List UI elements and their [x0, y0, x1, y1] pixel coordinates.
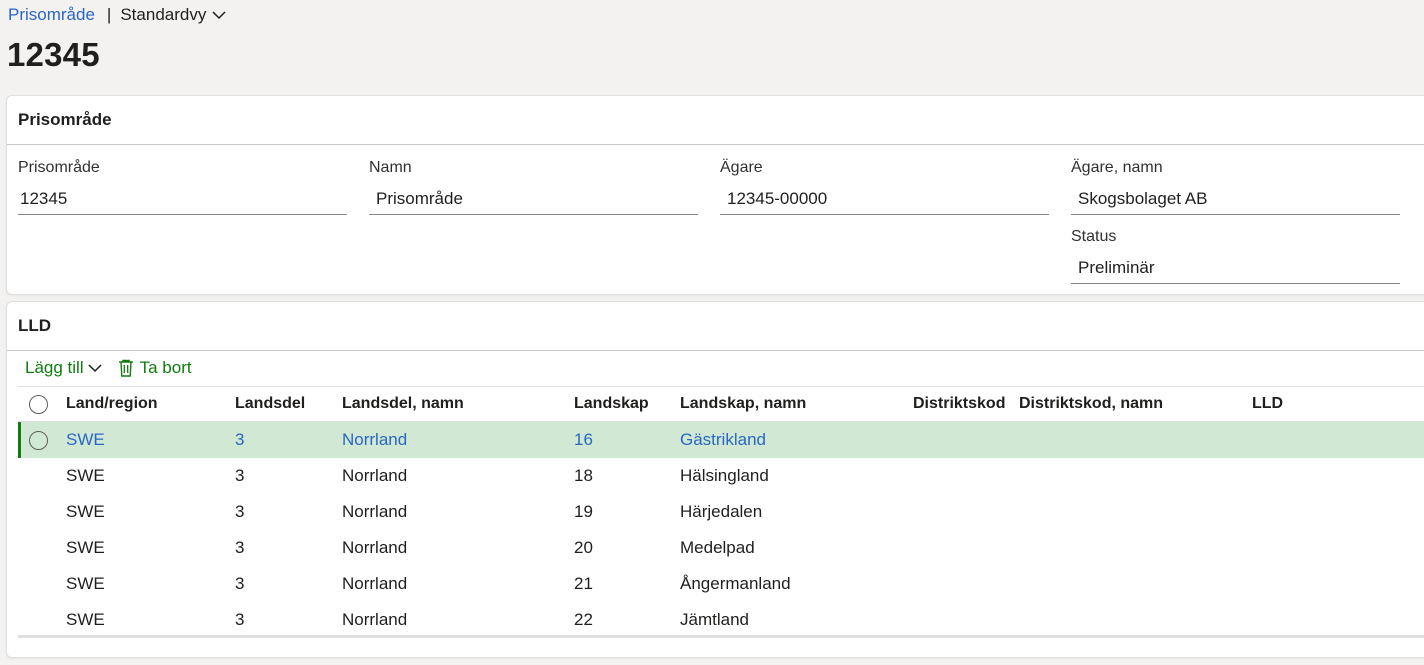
cell-land-region[interactable]: SWE [66, 502, 105, 522]
cell-landskap-namn[interactable]: Medelpad [680, 538, 755, 558]
cell-landsdel-namn[interactable]: Norrland [342, 466, 407, 486]
cell-landskap-namn[interactable]: Hälsingland [680, 466, 769, 486]
field-label: Status [1071, 228, 1117, 245]
lld-toolbar: Lägg till Ta bort [25, 356, 192, 380]
cell-landsdel[interactable]: 3 [235, 502, 244, 522]
delete-button[interactable]: Ta bort [118, 358, 192, 378]
row-select-radio[interactable] [29, 430, 48, 450]
view-selector[interactable]: Standardvy [120, 5, 226, 25]
cell-landsdel-namn[interactable]: Norrland [342, 502, 407, 522]
delete-button-label: Ta bort [139, 358, 192, 377]
column-header-lld[interactable]: LLD [1252, 395, 1283, 413]
agare-input[interactable]: 12345-00000 [720, 188, 1049, 215]
breadcrumb-link-prisomrade[interactable]: Prisområde [8, 5, 95, 25]
cell-landskap-namn[interactable]: Jämtland [680, 610, 749, 630]
cell-land-region[interactable]: SWE [66, 610, 105, 630]
table-row[interactable]: SWE 3 Norrland 20 Medelpad [18, 530, 1424, 566]
page-title: 12345 [7, 36, 100, 73]
cell-land-region[interactable]: SWE [66, 574, 105, 594]
view-selector-label: Standardvy [120, 5, 207, 24]
cell-landskap[interactable]: 16 [574, 430, 593, 450]
prisomrade-input[interactable]: 12345 [18, 188, 347, 215]
table-row[interactable]: SWE 3 Norrland 19 Härjedalen [18, 494, 1424, 530]
chevron-down-icon [88, 363, 102, 372]
cell-landskap[interactable]: 21 [574, 574, 593, 594]
column-header-distriktskod-namn[interactable]: Distriktskod, namn [1019, 395, 1163, 413]
cell-land-region[interactable]: SWE [66, 538, 105, 558]
cell-landskap-namn[interactable]: Härjedalen [680, 502, 762, 522]
general-card-header[interactable]: Prisområde [7, 96, 1424, 145]
breadcrumb: Prisområde | Standardvy [8, 4, 226, 26]
cell-landskap-namn[interactable]: Gästrikland [680, 430, 766, 450]
table-row[interactable]: SWE 3 Norrland 22 Jämtland [18, 602, 1424, 638]
field-label: Namn [369, 159, 412, 176]
cell-landsdel[interactable]: 3 [235, 430, 244, 450]
lld-grid: Land/region Landsdel Landsdel, namn Land… [18, 386, 1424, 638]
table-row[interactable]: SWE 3 Norrland 18 Hälsingland [18, 458, 1424, 494]
cell-landskap-namn[interactable]: Ångermanland [680, 574, 791, 594]
agare-namn-input[interactable]: Skogsbolaget AB [1071, 188, 1400, 215]
cell-landskap[interactable]: 18 [574, 466, 593, 486]
field-label: Ägare [720, 159, 763, 176]
field-namn: Namn Prisområde [369, 159, 698, 215]
cell-landsdel-namn[interactable]: Norrland [342, 574, 407, 594]
status-input[interactable]: Preliminär [1071, 257, 1400, 284]
table-row[interactable]: SWE 3 Norrland 21 Ångermanland [18, 566, 1424, 602]
cell-landsdel[interactable]: 3 [235, 574, 244, 594]
field-prisomrade: Prisområde 12345 [18, 159, 347, 215]
chevron-down-icon [212, 10, 226, 19]
field-label: Ägare, namn [1071, 159, 1163, 176]
column-header-landsdel[interactable]: Landsdel [235, 395, 305, 413]
column-header-distriktskod[interactable]: Distriktskod [913, 395, 1005, 413]
add-button-label: Lägg till [25, 358, 84, 377]
grid-header-row: Land/region Landsdel Landsdel, namn Land… [18, 387, 1424, 422]
cell-landskap[interactable]: 20 [574, 538, 593, 558]
column-header-landskap-namn[interactable]: Landskap, namn [680, 395, 806, 413]
table-row[interactable]: SWE 3 Norrland 16 Gästrikland [18, 422, 1424, 458]
cell-landsdel-namn[interactable]: Norrland [342, 610, 407, 630]
cell-landskap[interactable]: 19 [574, 502, 593, 522]
breadcrumb-separator: | [106, 5, 112, 24]
general-card: Prisområde Prisområde 12345 Namn Prisomr… [6, 95, 1424, 295]
field-agare-namn: Ägare, namn Skogsbolaget AB [1071, 159, 1400, 215]
cell-landsdel[interactable]: 3 [235, 610, 244, 630]
field-status: Status Preliminär [1071, 228, 1400, 284]
cell-landsdel[interactable]: 3 [235, 466, 244, 486]
namn-input[interactable]: Prisområde [369, 188, 698, 215]
column-header-landskap[interactable]: Landskap [574, 395, 649, 413]
column-header-land-region[interactable]: Land/region [66, 395, 158, 413]
lld-card-header[interactable]: LLD [7, 302, 1424, 351]
cell-landskap[interactable]: 22 [574, 610, 593, 630]
cell-landsdel-namn[interactable]: Norrland [342, 430, 407, 450]
column-header-landsdel-namn[interactable]: Landsdel, namn [342, 395, 464, 413]
add-button[interactable]: Lägg till [25, 358, 102, 378]
select-all-radio[interactable] [29, 394, 48, 414]
lld-card: LLD Lägg till Ta bort Land/region Landsd… [6, 301, 1424, 658]
field-label: Prisområde [18, 159, 100, 176]
trash-icon [118, 359, 133, 377]
field-agare: Ägare 12345-00000 [720, 159, 1049, 215]
cell-land-region[interactable]: SWE [66, 466, 105, 486]
cell-landsdel-namn[interactable]: Norrland [342, 538, 407, 558]
selected-row-indicator [18, 422, 21, 458]
cell-land-region[interactable]: SWE [66, 430, 105, 450]
cell-landsdel[interactable]: 3 [235, 538, 244, 558]
